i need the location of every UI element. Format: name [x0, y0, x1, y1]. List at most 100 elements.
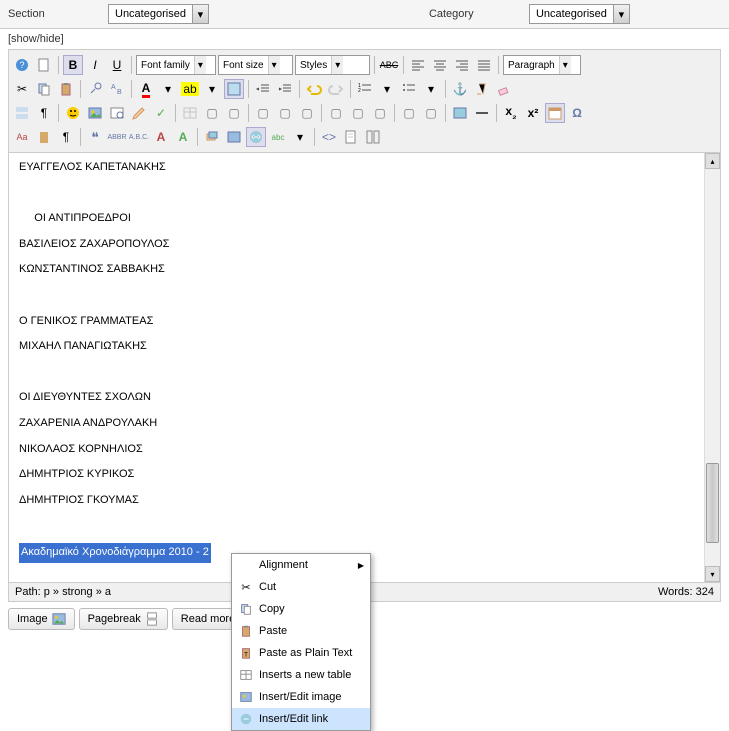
italic-button[interactable]: I	[85, 55, 105, 75]
align-right-icon[interactable]	[452, 55, 472, 75]
insert-row-before-icon[interactable]: ▢	[253, 103, 273, 123]
insert-row-after-icon[interactable]: ▢	[275, 103, 295, 123]
text-color-2-icon[interactable]: A	[151, 127, 171, 147]
find-replace-icon[interactable]: AB	[107, 79, 127, 99]
alignment-menu-item[interactable]: Alignment ▶	[232, 554, 370, 576]
category-select[interactable]: Uncategorised ▾	[529, 4, 630, 24]
paragraph-select[interactable]: Paragraph▾	[503, 55, 581, 75]
dropdown-icon[interactable]: ▾	[290, 127, 310, 147]
image-icon	[52, 612, 66, 626]
table-icon[interactable]	[180, 103, 200, 123]
layer-icon[interactable]	[202, 127, 222, 147]
image-button[interactable]: Image	[8, 608, 75, 630]
editor-area[interactable]: ΕΥΑΓΓΕΛΟΣ ΚΑΠΕΤΑΝΑΚΗΣ ΟΙ ΑΝΤΙΠΡΟΕΔΡΟΙ ΒΑ…	[8, 153, 721, 583]
table-col-icon[interactable]: ▢	[224, 103, 244, 123]
fullscreen-icon[interactable]	[224, 79, 244, 99]
clear-format-icon[interactable]	[472, 79, 492, 99]
editor-toolbar: ? B I U Font family▾ Font size▾ Styles▾ …	[8, 49, 721, 153]
split-cells-icon[interactable]: ▢	[421, 103, 441, 123]
unlink-icon[interactable]: abc	[268, 127, 288, 147]
unordered-list-icon[interactable]	[399, 79, 419, 99]
insert-table-menu-item[interactable]: Inserts a new table	[232, 664, 370, 686]
pagebreak-button[interactable]: Pagebreak	[79, 608, 168, 630]
undo-icon[interactable]	[304, 79, 324, 99]
table-row-icon[interactable]: ▢	[202, 103, 222, 123]
selected-text: Ακαδημαϊκό Χρονοδιάγραμμα 2010 - 2	[19, 543, 211, 563]
insert-image-menu-item[interactable]: Insert/Edit image	[232, 686, 370, 708]
cut-icon[interactable]: ✂	[12, 79, 32, 99]
copy-icon	[238, 601, 254, 617]
paste-menu-item[interactable]: Paste	[232, 620, 370, 642]
case-icon[interactable]: Aa	[12, 127, 32, 147]
quote-icon[interactable]: ❝	[85, 127, 105, 147]
scrollbar[interactable]: ▴ ▾	[704, 153, 720, 582]
newdoc-icon[interactable]	[34, 55, 54, 75]
merge-cells-icon[interactable]: ▢	[399, 103, 419, 123]
emoji-icon[interactable]	[63, 103, 83, 123]
link-icon[interactable]	[246, 127, 266, 147]
insert-link-menu-item[interactable]: Insert/Edit link	[232, 708, 370, 730]
date-icon[interactable]	[545, 103, 565, 123]
bold-button[interactable]: B	[63, 55, 83, 75]
help-icon[interactable]: ?	[12, 55, 32, 75]
ordered-list-icon[interactable]: 12	[355, 79, 375, 99]
paragraph-icon[interactable]: ¶	[34, 103, 54, 123]
source-icon[interactable]: <>	[319, 127, 339, 147]
layout-icon[interactable]	[363, 127, 383, 147]
preview-icon[interactable]	[107, 103, 127, 123]
anchor-icon[interactable]: ⚓	[450, 79, 470, 99]
section-select[interactable]: Uncategorised ▾	[108, 4, 209, 24]
underline-button[interactable]: U	[107, 55, 127, 75]
align-left-icon[interactable]	[408, 55, 428, 75]
text-color-icon[interactable]: A	[136, 79, 156, 99]
dropdown-icon[interactable]: ▾	[202, 79, 222, 99]
image-manager-icon[interactable]	[224, 127, 244, 147]
show-blocks-icon[interactable]: ¶	[56, 127, 76, 147]
styles-select[interactable]: Styles▾	[295, 55, 370, 75]
redo-icon[interactable]	[326, 79, 346, 99]
text-color-3-icon[interactable]: A	[173, 127, 193, 147]
align-justify-icon[interactable]	[474, 55, 494, 75]
insert-col-after-icon[interactable]: ▢	[348, 103, 368, 123]
link-icon	[238, 711, 254, 727]
clipboard-icon[interactable]	[34, 127, 54, 147]
special-char-icon[interactable]: Ω	[567, 103, 587, 123]
acronym-icon[interactable]: A.B.C.	[129, 127, 149, 147]
readmore-icon[interactable]	[12, 103, 32, 123]
insert-col-before-icon[interactable]: ▢	[326, 103, 346, 123]
align-center-icon[interactable]	[430, 55, 450, 75]
paste-plain-menu-item[interactable]: T Paste as Plain Text	[232, 642, 370, 664]
eraser-icon[interactable]	[494, 79, 514, 99]
abbr-icon[interactable]: ABBR	[107, 127, 127, 147]
edit-icon[interactable]	[129, 103, 149, 123]
superscript-icon[interactable]: x²	[523, 103, 543, 123]
svg-text:B: B	[117, 89, 122, 96]
dropdown-icon[interactable]: ▾	[158, 79, 178, 99]
cut-menu-item[interactable]: ✂ Cut	[232, 576, 370, 598]
scrollbar-thumb[interactable]	[706, 463, 719, 543]
dropdown-icon[interactable]: ▾	[377, 79, 397, 99]
font-size-select[interactable]: Font size▾	[218, 55, 293, 75]
highlight-icon[interactable]: ab	[180, 79, 200, 99]
hr-icon[interactable]	[472, 103, 492, 123]
copy-icon[interactable]	[34, 79, 54, 99]
delete-col-icon[interactable]: ▢	[370, 103, 390, 123]
strikethrough-icon[interactable]: ABC	[379, 55, 399, 75]
scroll-down-icon[interactable]: ▾	[705, 566, 720, 582]
media-icon[interactable]	[450, 103, 470, 123]
outdent-icon[interactable]	[253, 79, 273, 99]
spellcheck-icon[interactable]: ✓	[151, 103, 171, 123]
show-hide-toggle[interactable]: [show/hide]	[0, 29, 729, 49]
indent-icon[interactable]	[275, 79, 295, 99]
dropdown-icon[interactable]: ▾	[421, 79, 441, 99]
editor-content[interactable]: ΕΥΑΓΓΕΛΟΣ ΚΑΠΕΤΑΝΑΚΗΣ ΟΙ ΑΝΤΙΠΡΟΕΔΡΟΙ ΒΑ…	[9, 153, 720, 582]
delete-row-icon[interactable]: ▢	[297, 103, 317, 123]
font-family-select[interactable]: Font family▾	[136, 55, 216, 75]
find-icon[interactable]	[85, 79, 105, 99]
scroll-up-icon[interactable]: ▴	[705, 153, 720, 169]
template-icon[interactable]	[341, 127, 361, 147]
copy-menu-item[interactable]: Copy	[232, 598, 370, 620]
image-icon[interactable]	[85, 103, 105, 123]
paste-icon[interactable]	[56, 79, 76, 99]
subscript-icon[interactable]: x₂	[501, 103, 521, 123]
